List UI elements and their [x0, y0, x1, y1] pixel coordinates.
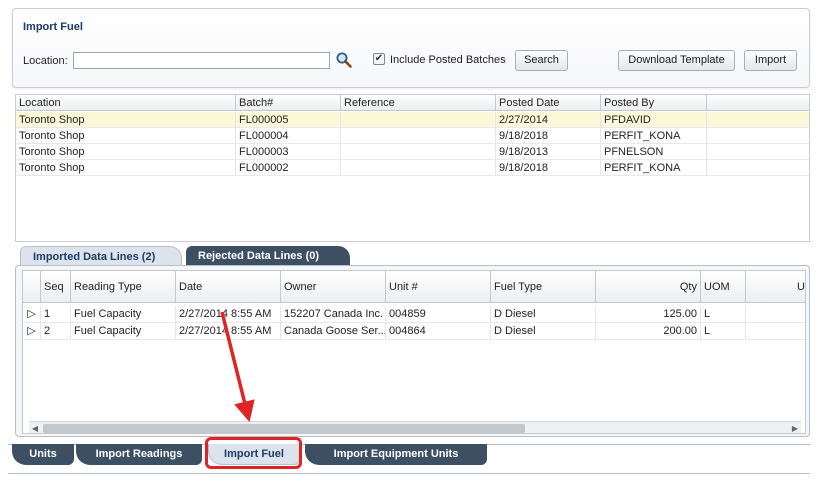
scroll-left-icon[interactable]: ◀: [29, 422, 41, 433]
panel-title: Import Fuel: [23, 21, 83, 33]
cell-posted-date: 2/27/2014: [496, 112, 601, 128]
cell-posted-by: PFDAVID: [601, 112, 707, 128]
cell-posted-date: 9/18/2018: [496, 128, 601, 144]
search-icon[interactable]: [335, 51, 353, 69]
cell-reference: [341, 112, 496, 128]
scroll-right-icon[interactable]: ▶: [789, 422, 801, 433]
col-truncated[interactable]: U: [746, 271, 805, 303]
data-lines-panel: Seq Reading Type Date Owner Unit # Fuel …: [15, 265, 810, 437]
cell-reference: [341, 128, 496, 144]
data-lines-header: Seq Reading Type Date Owner Unit # Fuel …: [23, 271, 805, 303]
cell-posted-date: 9/18/2013: [496, 144, 601, 160]
table-row[interactable]: ▷ 1 Fuel Capacity 2/27/2014 8:55 AM 1522…: [23, 306, 805, 323]
tab-imported-data-lines[interactable]: Imported Data Lines (2): [20, 246, 182, 266]
col-batch[interactable]: Batch#: [236, 95, 341, 111]
cell-uom: L: [701, 306, 746, 323]
cell-batch: FL000005: [236, 112, 341, 128]
import-button[interactable]: Import: [744, 50, 797, 71]
import-fuel-panel: Import Fuel Location: ✔ Include Posted B…: [12, 8, 810, 88]
cell-qty: 200.00: [596, 323, 701, 340]
cell-batch: FL000004: [236, 128, 341, 144]
checkmark-icon: ✔: [374, 53, 384, 64]
include-posted-checkbox[interactable]: ✔: [373, 53, 385, 65]
col-reading-type[interactable]: Reading Type: [71, 271, 176, 303]
cell-location: Toronto Shop: [16, 112, 236, 128]
batches-header: Location Batch# Reference Posted Date Po…: [16, 95, 809, 111]
tab-import-readings[interactable]: Import Readings: [76, 444, 202, 465]
tab-units[interactable]: Units: [12, 444, 74, 465]
data-lines-table: Seq Reading Type Date Owner Unit # Fuel …: [22, 270, 806, 434]
cell-fuel-type: D Diesel: [491, 323, 596, 340]
col-date[interactable]: Date: [176, 271, 281, 303]
table-row[interactable]: Toronto Shop FL000005 2/27/2014 PFDAVID: [16, 112, 809, 128]
col-location[interactable]: Location: [16, 95, 236, 111]
cell-owner: 152207 Canada Inc.: [281, 306, 386, 323]
cell-batch: FL000003: [236, 144, 341, 160]
divider: [8, 473, 810, 474]
col-posted-date[interactable]: Posted Date: [496, 95, 601, 111]
batches-table: Location Batch# Reference Posted Date Po…: [15, 94, 810, 242]
horizontal-scrollbar[interactable]: ◀ ▶: [29, 421, 801, 433]
cell-posted-date: 9/18/2018: [496, 160, 601, 176]
tab-rejected-data-lines[interactable]: Rejected Data Lines (0): [186, 246, 350, 266]
cell-batch: FL000002: [236, 160, 341, 176]
cell-owner: Canada Goose Ser...: [281, 323, 386, 340]
cell-date: 2/27/2014 8:55 AM: [176, 306, 281, 323]
tab-import-fuel[interactable]: Import Fuel: [208, 444, 300, 465]
col-fuel-type[interactable]: Fuel Type: [491, 271, 596, 303]
col-posted-by[interactable]: Posted By: [601, 95, 707, 111]
col-owner[interactable]: Owner: [281, 271, 386, 303]
search-button[interactable]: Search: [515, 50, 568, 71]
table-row[interactable]: Toronto Shop FL000004 9/18/2018 PERFIT_K…: [16, 128, 809, 144]
location-input[interactable]: [73, 52, 330, 69]
col-unit[interactable]: Unit #: [386, 271, 491, 303]
table-row[interactable]: Toronto Shop FL000003 9/18/2013 PFNELSON: [16, 144, 809, 160]
include-posted-label: Include Posted Batches: [390, 54, 506, 66]
expand-row-icon[interactable]: ▷: [23, 306, 41, 323]
cell-unit: 004864: [386, 323, 491, 340]
tab-import-equipment-units[interactable]: Import Equipment Units: [305, 444, 487, 465]
col-qty[interactable]: Qty: [596, 271, 701, 303]
cell-seq: 2: [41, 323, 71, 340]
cell-seq: 1: [41, 306, 71, 323]
table-row[interactable]: Toronto Shop FL000002 9/18/2018 PERFIT_K…: [16, 160, 809, 176]
download-template-button[interactable]: Download Template: [618, 50, 735, 71]
cell-reference: [341, 160, 496, 176]
cell-location: Toronto Shop: [16, 160, 236, 176]
cell-date: 2/27/2014 8:55 AM: [176, 323, 281, 340]
cell-fuel-type: D Diesel: [491, 306, 596, 323]
cell-reading-type: Fuel Capacity: [71, 323, 176, 340]
cell-reference: [341, 144, 496, 160]
cell-unit: 004859: [386, 306, 491, 323]
cell-uom: L: [701, 323, 746, 340]
cell-location: Toronto Shop: [16, 144, 236, 160]
cell-posted-by: PFNELSON: [601, 144, 707, 160]
table-row[interactable]: ▷ 2 Fuel Capacity 2/27/2014 8:55 AM Cana…: [23, 323, 805, 340]
col-seq[interactable]: Seq: [41, 271, 71, 303]
col-reference[interactable]: Reference: [341, 95, 496, 111]
col-uom[interactable]: UOM: [701, 271, 746, 303]
col-expander: [23, 271, 41, 303]
location-label: Location:: [23, 55, 68, 67]
scrollbar-thumb[interactable]: [43, 424, 525, 433]
cell-posted-by: PERFIT_KONA: [601, 128, 707, 144]
expand-row-icon[interactable]: ▷: [23, 323, 41, 340]
cell-reading-type: Fuel Capacity: [71, 306, 176, 323]
cell-qty: 125.00: [596, 306, 701, 323]
cell-location: Toronto Shop: [16, 128, 236, 144]
cell-posted-by: PERFIT_KONA: [601, 160, 707, 176]
